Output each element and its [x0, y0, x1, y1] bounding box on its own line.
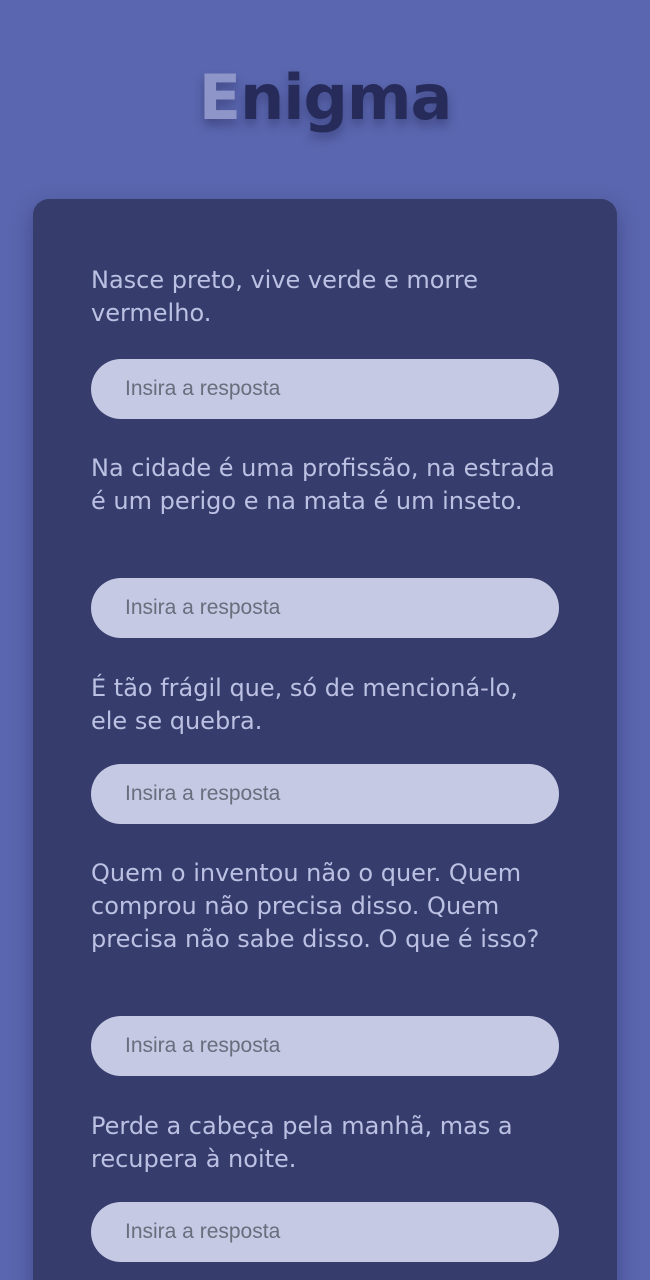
riddle-question-1: Nasce preto, vive verde e morre vermelho… — [91, 266, 478, 327]
app-title-initial: E — [198, 61, 241, 134]
riddle-answer-input-2[interactable] — [91, 578, 559, 638]
riddle-answer-input-1[interactable] — [91, 359, 559, 419]
riddle-answer-input-3[interactable] — [91, 764, 559, 824]
riddle-question-4: Quem o inventou não o quer. Quem comprou… — [91, 859, 540, 953]
app-title: Enigma — [0, 58, 650, 138]
riddle-question-5: Perde a cabeça pela manhã, mas a recuper… — [91, 1112, 513, 1173]
riddle-question-3: É tão frágil que, só de mencioná-lo, ele… — [91, 674, 518, 735]
riddles-card: Nasce preto, vive verde e morre vermelho… — [33, 199, 617, 1280]
riddle-answer-input-5[interactable] — [91, 1202, 559, 1262]
app-title-rest: nigma — [240, 61, 452, 134]
riddle-question-2: Na cidade é uma profissão, na estrada é … — [91, 454, 555, 515]
riddle-answer-input-4[interactable] — [91, 1016, 559, 1076]
